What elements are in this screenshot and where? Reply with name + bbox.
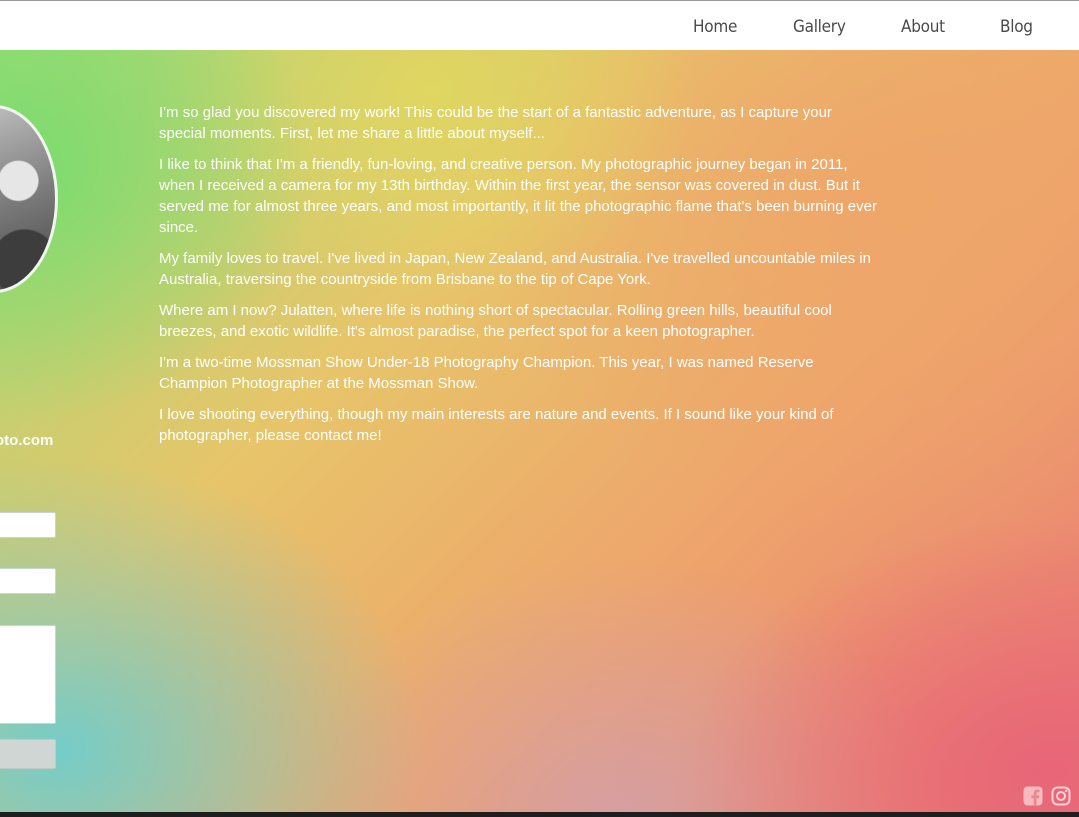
about-paragraph: I love shooting everything, though my ma…: [159, 406, 834, 444]
top-navigation-bar: Home Gallery About Blog: [0, 0, 1079, 50]
contact-email-input[interactable]: [0, 568, 56, 594]
nav-blog-link[interactable]: Blog: [1000, 17, 1033, 37]
facebook-icon[interactable]: [1023, 786, 1043, 806]
social-links: [1023, 786, 1071, 806]
contact-email[interactable]: oto.com: [0, 432, 53, 449]
nav-about-link[interactable]: About: [901, 17, 945, 37]
about-text: I'm so glad you discovered my work! This…: [159, 102, 879, 456]
about-paragraph: I'm a two-time Mossman Show Under-18 Pho…: [159, 354, 814, 392]
nav-gallery-link[interactable]: Gallery: [793, 17, 846, 37]
main-nav: Home Gallery About Blog: [0, 1, 1079, 51]
about-paragraph: I like to think that I'm a friendly, fun…: [159, 156, 877, 236]
contact-name-input[interactable]: [0, 512, 56, 538]
about-paragraph: My family loves to travel. I've lived in…: [159, 250, 871, 288]
contact-message-textarea[interactable]: [0, 625, 56, 724]
bottom-edge: [0, 812, 1079, 817]
about-paragraph: Where am I now? Julatten, where life is …: [159, 302, 832, 340]
about-paragraph: I'm so glad you discovered my work! This…: [159, 104, 832, 142]
instagram-icon[interactable]: [1051, 786, 1071, 806]
profile-photo: [0, 105, 58, 293]
contact-submit-button[interactable]: [0, 739, 56, 769]
hero-background: 0 0 oto.com I'm so glad you discovered m…: [0, 50, 1079, 812]
nav-home-link[interactable]: Home: [693, 17, 737, 37]
